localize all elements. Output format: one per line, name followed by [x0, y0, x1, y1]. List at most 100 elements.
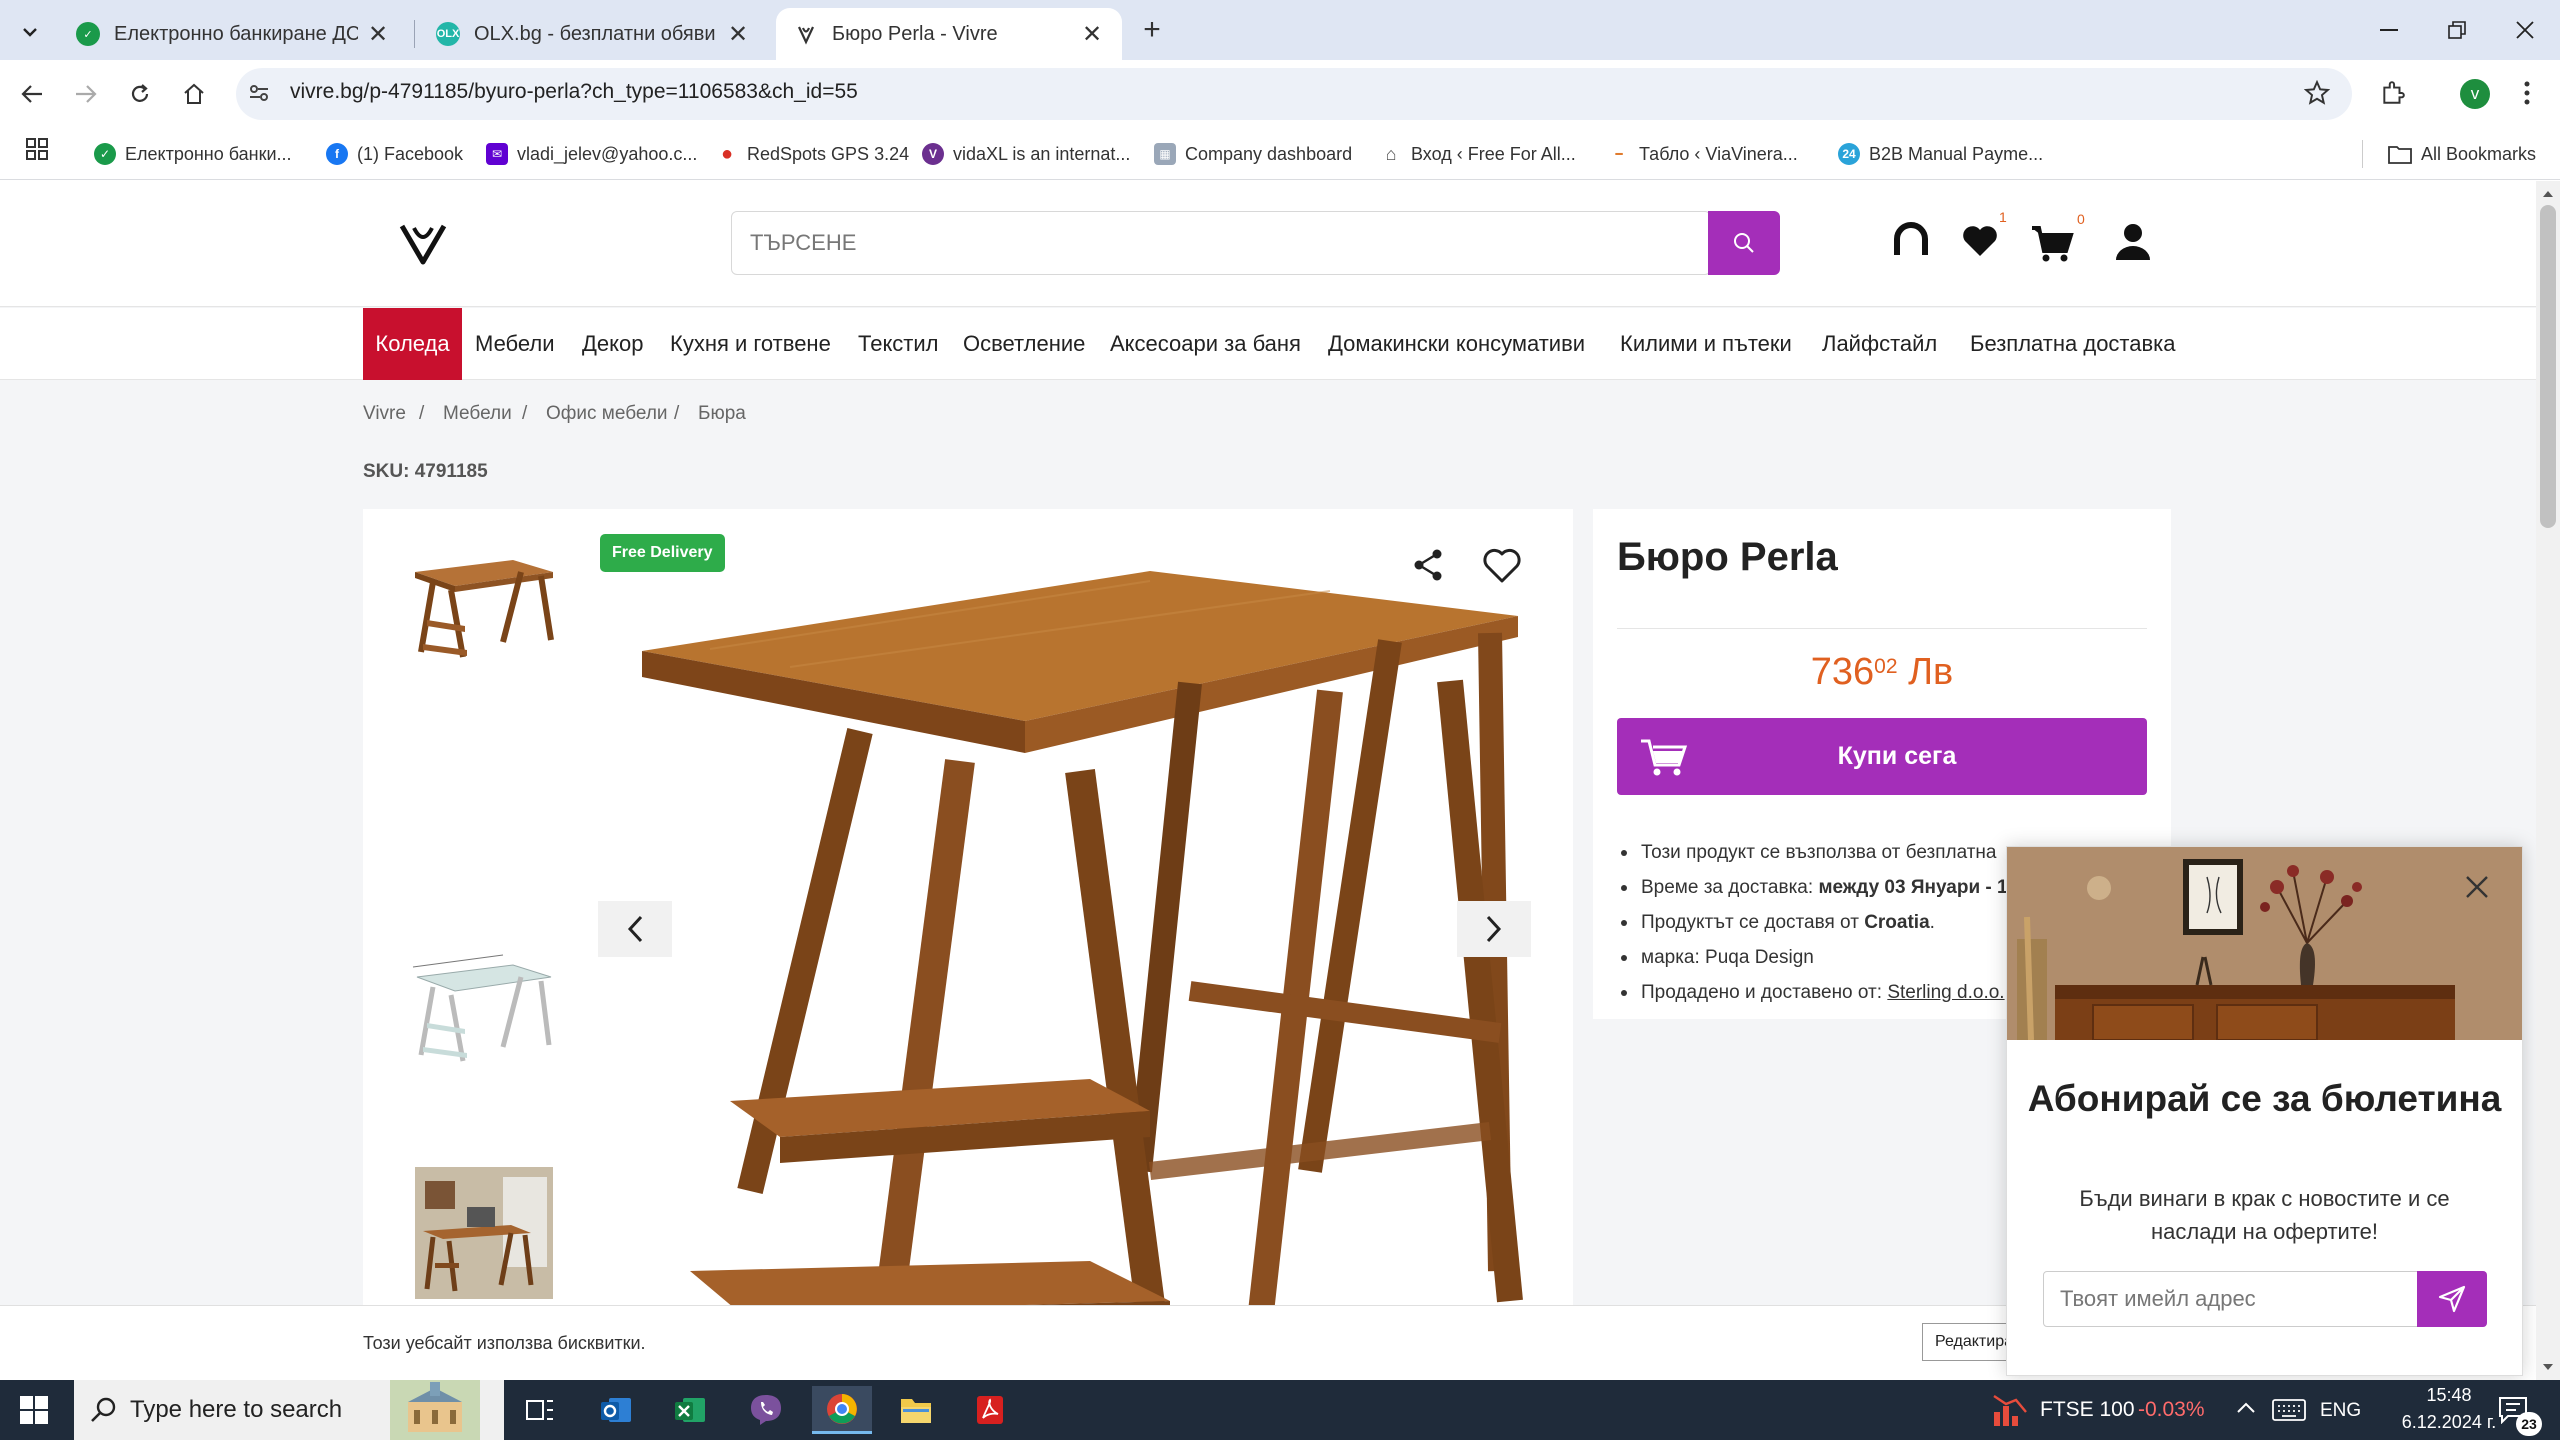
thumbnail-3-room[interactable] — [415, 1167, 553, 1299]
taskbar-search-box[interactable]: Type here to search — [74, 1380, 504, 1440]
home-button[interactable] — [174, 74, 214, 114]
taskbar-chrome-active[interactable] — [812, 1386, 872, 1434]
taskbar-task-view[interactable] — [510, 1386, 570, 1434]
forward-button[interactable] — [66, 74, 106, 114]
bookmark-star-icon[interactable] — [2304, 80, 2330, 106]
extensions-icon[interactable] — [2380, 80, 2406, 106]
url-text[interactable]: vivre.bg/p-4791185/byuro-perla?ch_type=1… — [290, 80, 858, 104]
gallery-next-button[interactable] — [1457, 901, 1531, 957]
input-language[interactable]: ENG — [2320, 1400, 2361, 1422]
bookmark-label: vidaXL is an internat... — [953, 143, 1131, 164]
minimize-button[interactable] — [2354, 0, 2424, 60]
category-kitchen[interactable]: Кухня и готвене — [658, 308, 843, 380]
category-bath[interactable]: Аксесоари за баня — [1098, 308, 1313, 380]
reload-button[interactable] — [120, 74, 160, 114]
taskbar-file-explorer[interactable] — [886, 1386, 946, 1434]
tab-search-button[interactable] — [14, 16, 46, 48]
cookie-edit-button[interactable]: Редактира — [1922, 1323, 2012, 1361]
buy-now-button[interactable]: Купи сега — [1617, 718, 2147, 795]
task-view-icon — [526, 1400, 553, 1420]
tab-dsk-bank[interactable]: ✓ Електронно банкиране ДСК Д ✕ — [58, 8, 408, 60]
pdf-icon — [977, 1396, 1003, 1424]
newsletter-email-input[interactable] — [2043, 1271, 2419, 1327]
detail-brand: марка: Puqa Design — [1617, 940, 2017, 975]
thumbnail-1[interactable] — [403, 532, 563, 667]
category-christmas[interactable]: Коледа — [363, 308, 462, 380]
tab-olx[interactable]: OLX OLX.bg - безплатни обяви ✕ — [418, 8, 768, 60]
scroll-up-arrow-icon[interactable] — [2536, 185, 2560, 203]
scroll-down-arrow-icon[interactable] — [2536, 1358, 2560, 1376]
site-info-icon[interactable] — [248, 82, 270, 104]
tab-title: Бюро Perla - Vivre — [832, 22, 998, 45]
category-rugs[interactable]: Килими и пътеки — [1608, 308, 1804, 380]
title-divider — [1617, 628, 2147, 629]
web-page: 1 0 Коледа Мебели Декор Кухня и готвене … — [0, 181, 2536, 1380]
cookie-notice-text: Този уебсайт използва бисквитки. — [363, 1333, 646, 1353]
category-free-delivery[interactable]: Безплатна доставка — [1958, 308, 2188, 380]
taskbar-outlook[interactable] — [586, 1386, 646, 1434]
search-input[interactable] — [750, 212, 1650, 274]
gallery-prev-button[interactable] — [598, 901, 672, 957]
close-tab-icon[interactable]: ✕ — [366, 20, 390, 49]
category-textile[interactable]: Текстил — [846, 308, 951, 380]
keyboard-icon[interactable] — [2272, 1398, 2306, 1422]
close-tab-icon[interactable]: ✕ — [1080, 20, 1104, 49]
clock-time[interactable]: 15:48 — [2404, 1385, 2494, 1406]
bookmark-vidaxl[interactable]: VvidaXL is an internat... — [922, 138, 1130, 170]
breadcrumb-desks[interactable]: Бюра — [698, 403, 746, 425]
windows-start-icon[interactable] — [20, 1396, 48, 1424]
close-popup-button[interactable] — [2457, 867, 2497, 907]
taskbar-acrobat[interactable] — [960, 1386, 1020, 1434]
bookmark-company-dashboard[interactable]: ▦ Company dashboard — [1154, 138, 1352, 170]
bookmark-free-for-all[interactable]: ⌂ Вход ‹ Free For All... — [1380, 138, 1576, 170]
wishlist-heart-icon[interactable] — [1962, 225, 1998, 257]
tab-vivre-active[interactable]: Бюро Perla - Vivre ✕ — [776, 8, 1122, 60]
bookmark-label: Company dashboard — [1185, 143, 1353, 164]
map-pin-icon: ● — [720, 142, 734, 165]
taskbar-viber[interactable] — [736, 1386, 796, 1434]
stock-ticker-change[interactable]: -0.03% — [2138, 1398, 2205, 1422]
newsletter-submit-button[interactable] — [2417, 1271, 2487, 1327]
brand-logo-icon[interactable] — [1891, 221, 1931, 261]
account-user-icon[interactable] — [2114, 223, 2152, 261]
category-household[interactable]: Домакински консумативи — [1316, 308, 1597, 380]
category-lighting[interactable]: Осветление — [951, 308, 1097, 380]
category-furniture[interactable]: Мебели — [463, 308, 567, 380]
stock-chart-icon[interactable] — [1990, 1390, 2028, 1428]
breadcrumb-vivre[interactable]: Vivre — [363, 403, 406, 425]
newsletter-popup: Абонирай се за бюлетина Бъди винаги в кр… — [2006, 846, 2523, 1376]
show-hidden-icons-chevron-icon[interactable] — [2236, 1400, 2256, 1414]
price-currency: Лв — [1908, 651, 1954, 693]
category-lifestyle[interactable]: Лайфстайл — [1810, 308, 1949, 380]
all-bookmarks-button[interactable]: All Bookmarks — [2388, 138, 2536, 170]
breadcrumb-office-furniture[interactable]: Офис мебели — [546, 403, 668, 425]
category-decor[interactable]: Декор — [570, 308, 655, 380]
profile-avatar[interactable]: v — [2460, 79, 2490, 109]
bookmark-dsk[interactable]: ✓ Електронно банки... — [94, 138, 292, 170]
detail-seller: Продадено и доставено от: Sterling d.o.o… — [1617, 975, 2017, 1010]
close-icon — [2516, 21, 2534, 39]
bookmark-label: (1) Facebook — [357, 143, 464, 164]
bookmark-redspots[interactable]: ● RedSpots GPS 3.24 — [716, 138, 909, 170]
vivre-logo[interactable] — [398, 222, 448, 266]
thumbnail-2-dimensions[interactable] — [403, 937, 563, 1072]
bookmark-b2b-payment[interactable]: 24 B2B Manual Payme... — [1838, 138, 2043, 170]
back-button[interactable] — [12, 74, 52, 114]
breadcrumb-furniture[interactable]: Мебели — [443, 403, 512, 425]
cart-icon[interactable] — [2030, 225, 2074, 263]
taskbar-excel[interactable] — [660, 1386, 720, 1434]
bookmark-viavinera[interactable]: ━ Табло ‹ ViaVinera... — [1608, 138, 1797, 170]
close-window-button[interactable] — [2490, 0, 2560, 60]
new-tab-button[interactable]: + — [1136, 12, 1168, 48]
scrollbar-thumb[interactable] — [2540, 205, 2556, 528]
search-button[interactable] — [1708, 211, 1780, 275]
bookmark-facebook[interactable]: f (1) Facebook — [326, 138, 463, 170]
close-tab-icon[interactable]: ✕ — [726, 20, 750, 49]
stock-ticker-name[interactable]: FTSE 100 — [2040, 1398, 2135, 1422]
bookmark-yahoo-mail[interactable]: ✉ vladi_jelev@yahoo.c... — [486, 138, 697, 170]
browser-menu-icon[interactable] — [2524, 80, 2530, 106]
restore-button[interactable] — [2422, 0, 2492, 60]
main-product-image[interactable] — [630, 571, 1530, 1380]
apps-grid-icon[interactable] — [26, 138, 48, 160]
seller-link[interactable]: Sterling d.o.o. — [1887, 982, 2004, 1003]
